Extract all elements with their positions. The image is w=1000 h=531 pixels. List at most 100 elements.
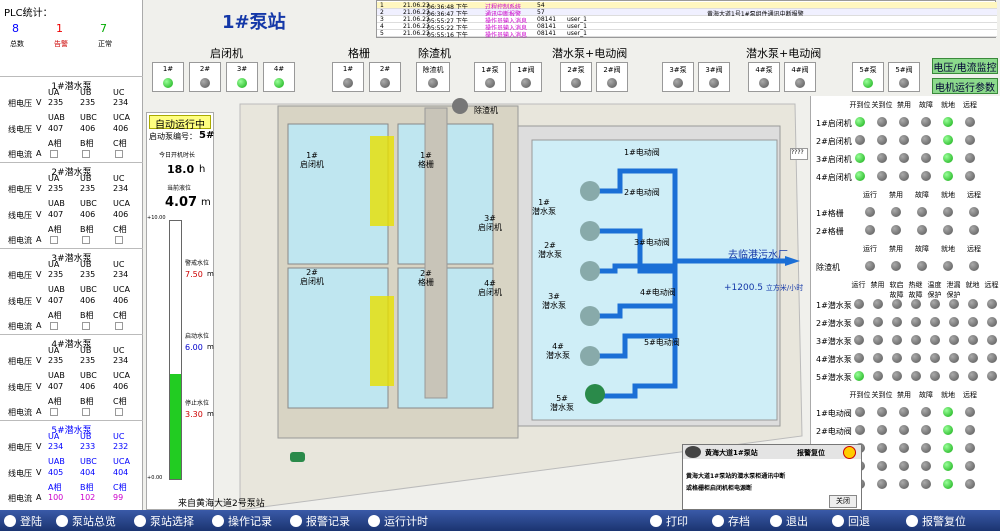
status-lamp <box>917 261 927 271</box>
equip-select-button[interactable]: 3#泵 <box>662 62 694 92</box>
header-ic: C相 <box>113 483 127 492</box>
toolbar-button[interactable]: 操作记录 <box>212 513 272 529</box>
status-row: 5#潜水泵 <box>811 368 1000 386</box>
equip-select-button[interactable]: 3# <box>226 62 258 92</box>
equip-select-button[interactable]: 1#泵 <box>474 62 506 92</box>
equip-select-button[interactable]: 2#阀 <box>596 62 628 92</box>
alarm-code: 54 <box>537 2 545 9</box>
gate-2-label: 2# 启闭机 <box>300 268 324 286</box>
status-lamp <box>943 443 953 453</box>
status-row-name: 4#潜水泵 <box>816 355 852 364</box>
value-uc: 234 <box>113 270 129 279</box>
alarm-row[interactable]: 5 21.06.23 05:55:16 下午 操作员输入消息 08141 user_1 <box>377 30 997 39</box>
equip-select-button[interactable]: 4# <box>263 62 295 92</box>
toolbar-button[interactable]: 登陆 <box>4 513 42 529</box>
status-lamp <box>965 135 975 145</box>
motor-params-button[interactable]: 电机运行参数 <box>932 78 998 94</box>
status-lamp <box>865 261 875 271</box>
toolbar-button[interactable]: 打印 <box>650 513 688 529</box>
status-lamp <box>986 335 997 345</box>
phase-current-label: 相电流 <box>8 322 32 331</box>
alarm-row[interactable]: 4 21.06.23 05:55:22 下午 操作员输入消息 08141 user_1 <box>377 23 997 32</box>
equip-select-button[interactable]: 1# <box>152 62 184 92</box>
equip-select-button[interactable]: 4#泵 <box>748 62 780 92</box>
status-row: 3#启闭机 <box>811 150 1000 168</box>
equip-item-label: 3# <box>236 65 248 73</box>
line-voltage-label: 线电压 <box>8 297 32 306</box>
value-ib <box>82 236 90 244</box>
valve-4-label: 4#电动阀 <box>640 288 676 297</box>
status-lamp <box>863 78 873 88</box>
toolbar-button[interactable]: 运行计时 <box>368 513 428 529</box>
alarm-row[interactable]: 2 21.06.23 06:36:47 下午 通讯中断报警 57 黄海大道1号1#泵组件通… <box>377 9 997 18</box>
equip-select-button[interactable]: 4#阀 <box>784 62 816 92</box>
toolbar-icon <box>212 515 224 527</box>
alarm-user: user_1 <box>567 30 587 37</box>
status-lamp <box>891 335 902 345</box>
equip-group-title: 潜水泵+电动阀 <box>552 47 628 60</box>
status-lamp <box>965 407 975 417</box>
status-lamp <box>943 225 953 235</box>
plc-count-value: 8 <box>12 22 19 35</box>
status-lamp <box>943 135 953 145</box>
equip-select-button[interactable]: 1# <box>332 62 364 92</box>
equip-select-button[interactable]: 2#泵 <box>560 62 592 92</box>
toolbar-button[interactable]: 泵站选择 <box>134 513 194 529</box>
status-lamp <box>948 371 959 381</box>
equip-select-button[interactable]: 2# <box>189 62 221 92</box>
auto-status: 自动运行中 <box>149 115 211 131</box>
status-row-name: 1#电动阀 <box>816 409 852 418</box>
popup-close-button[interactable]: 关闭 <box>829 495 857 508</box>
status-lamp <box>899 153 909 163</box>
toolbar-icon <box>4 515 16 527</box>
toolbar-button[interactable]: 回退 <box>832 513 870 529</box>
phase-voltage-label: 相电压 <box>8 357 32 366</box>
status-lamp <box>855 135 865 145</box>
equip-select-button[interactable]: 5#阀 <box>888 62 920 92</box>
plc-count-label: 告警 <box>54 40 68 48</box>
header-ua: UA <box>48 432 60 441</box>
toolbar-button-label: 打印 <box>666 515 688 528</box>
equip-select-button[interactable]: 2# <box>369 62 401 92</box>
equip-select-button[interactable]: 1#阀 <box>510 62 542 92</box>
status-column-header: 就地 <box>941 101 955 109</box>
status-lamp <box>855 407 865 417</box>
reset-icon[interactable] <box>843 446 856 459</box>
equip-select-button[interactable]: 除渣机 <box>416 62 450 92</box>
header-uc: UC <box>113 174 125 183</box>
status-lamp <box>986 317 997 327</box>
status-lamp <box>929 353 940 363</box>
status-column-header: 就地 <box>941 245 955 253</box>
toolbar-button[interactable]: 存档 <box>712 513 750 529</box>
status-row: 2#格栅 <box>811 222 1000 240</box>
toolbar-button[interactable]: 退出 <box>770 513 808 529</box>
alarm-row[interactable]: 1 21.06.23 06:36:48 下午 过程控制系统 54 <box>377 2 997 11</box>
alarm-row[interactable]: 3 21.06.23 05:55:27 下午 操作员输入消息 08141 user_1 <box>377 16 997 25</box>
unit-v: V <box>36 468 42 477</box>
toolbar-button[interactable]: 报警记录 <box>290 513 350 529</box>
value-ic <box>115 322 123 330</box>
voltage-monitor-button[interactable]: 电压/电流监控 <box>932 58 998 74</box>
grid-2-label: 2# 格栅 <box>418 269 434 287</box>
status-lamp <box>921 461 931 471</box>
equip-select-button[interactable]: 3#阀 <box>698 62 730 92</box>
line-voltage-label: 线电压 <box>8 383 32 392</box>
value-ib <box>82 322 90 330</box>
toolbar-button[interactable]: 泵站总览 <box>56 513 116 529</box>
status-lamp <box>910 317 921 327</box>
alarm-table[interactable]: 1 21.06.23 06:36:48 下午 过程控制系统 54 2 21.06.23 06:… <box>376 0 997 39</box>
valve-3-label: 3#电动阀 <box>634 238 670 247</box>
unit-v: V <box>36 296 42 305</box>
status-lamp <box>855 153 865 163</box>
status-lamp <box>943 461 953 471</box>
status-lamp <box>965 479 975 489</box>
toolbar-button[interactable]: 报警复位 <box>906 513 966 529</box>
help-button[interactable]: ???? <box>790 148 808 160</box>
unit-a: A <box>36 235 42 244</box>
header-uab: UAB <box>48 285 65 294</box>
equip-item-label: 2#泵 <box>567 66 585 74</box>
equip-select-button[interactable]: 5#泵 <box>852 62 884 92</box>
status-row-name: 2#潜水泵 <box>816 319 852 328</box>
destination-label: 去临港污水厂 <box>728 250 788 261</box>
value-ub: 235 <box>80 356 96 365</box>
